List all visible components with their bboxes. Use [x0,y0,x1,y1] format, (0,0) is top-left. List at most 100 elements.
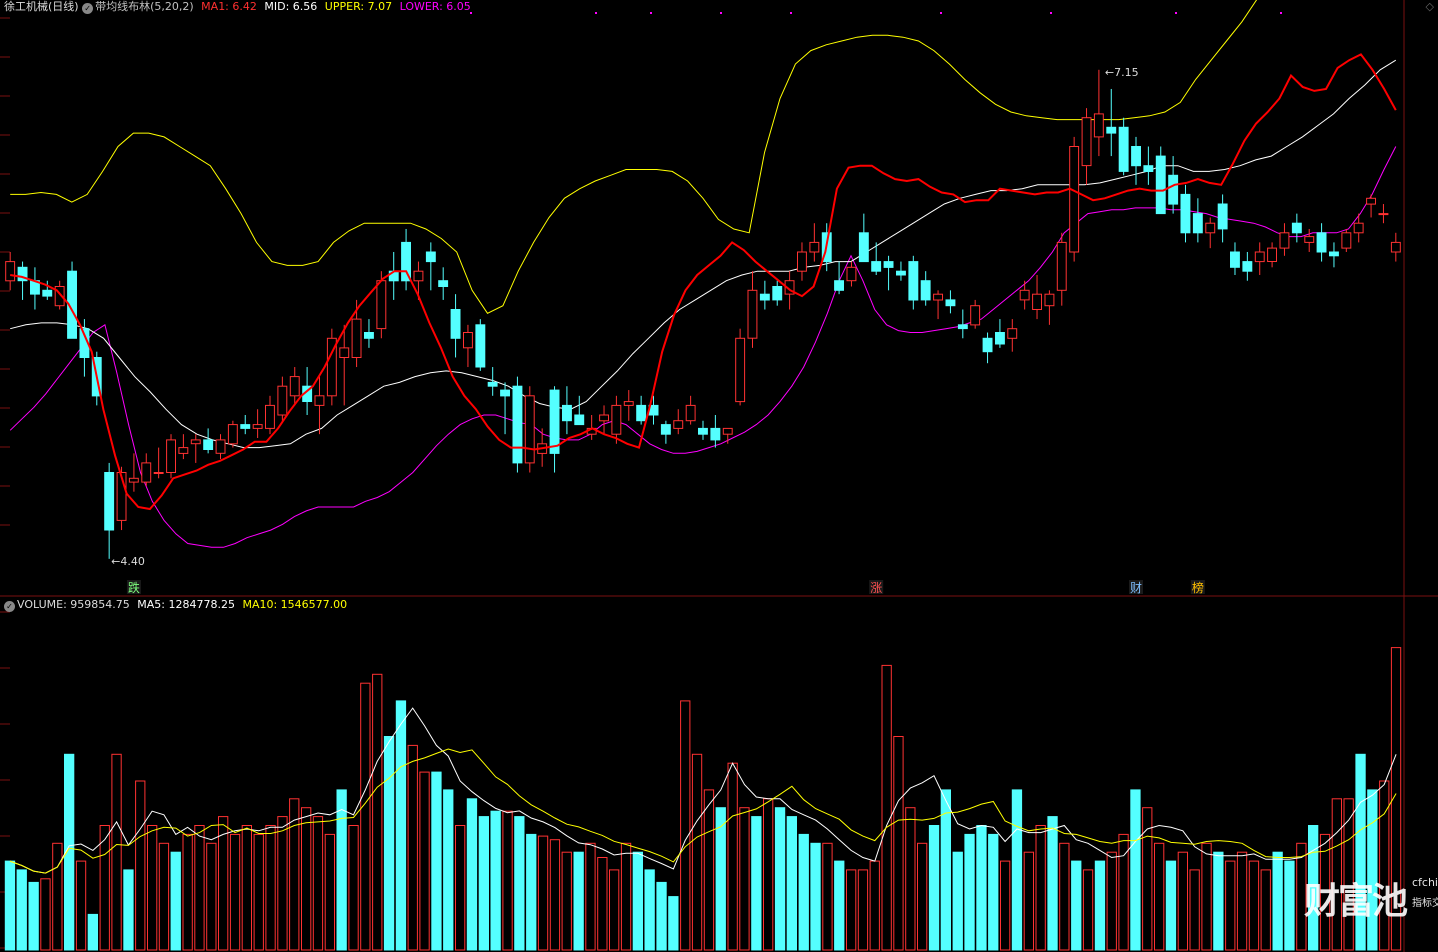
volume-bar [549,839,561,951]
indicator-name[interactable]: 带均线布林(5,20,2) [95,0,194,13]
volume-bar [893,736,904,951]
volume-bar [407,744,418,951]
volume-bar [1284,860,1295,951]
volume-bar [40,878,51,951]
diamond-icon[interactable]: ◇ [1426,0,1434,13]
volume-bar [1059,842,1070,951]
volume-bar [656,881,667,951]
volume-bar [561,851,572,951]
volume-bar [170,851,181,951]
volume-bar [1165,860,1177,951]
candle-body [1316,232,1327,253]
volume-bar [964,833,975,951]
candle-body [1143,165,1154,172]
volume-bar [917,842,928,951]
candle-body [500,389,511,397]
signal-dot [650,12,652,14]
volume-bar [28,881,39,951]
volume-bar [1154,842,1165,951]
candle-body [957,324,968,330]
volume-bar [75,860,87,951]
volume-bar [514,816,525,951]
candle-body [871,261,882,272]
volume-bar [1023,851,1034,951]
candle-body [834,280,844,291]
indicator-settings-icon[interactable]: ✓ [82,3,94,14]
volume-bar [680,700,691,951]
volume-bar [1201,842,1212,951]
candle-body [747,289,758,339]
candle-body [574,414,585,426]
volume-bar [348,825,359,951]
volume-bar [786,816,798,951]
upper-band-line [10,0,1258,314]
candle-body [1279,232,1290,249]
candle-body [42,289,53,297]
candle-body [549,389,560,454]
candle-body [599,414,609,422]
watermark-brand: 财富池 [1303,881,1408,922]
volume-bar [395,700,407,951]
volume-bar [620,842,632,951]
candle-body [759,293,770,301]
vol-ma10-value: MA10: 1546577.00 [242,598,348,611]
event-marker[interactable]: 涨 [870,580,882,595]
volume-bar [846,869,857,951]
mid-band-line [10,59,1397,449]
candle-body [203,439,214,450]
candle-body [883,261,894,268]
candle-body [1155,155,1166,215]
candle-body [722,427,733,435]
event-marker[interactable]: 榜 [1192,580,1204,595]
candle-body [1069,146,1080,253]
candle-body [982,337,993,353]
candle-body [1242,261,1253,272]
candle-body [339,347,350,358]
event-marker[interactable]: 跌 [128,580,140,595]
candle-body [401,241,412,282]
volume-bar [194,825,205,951]
volume-bar [490,810,501,951]
volume-bar [123,869,134,951]
vol-ma5-value: MA5: 1284778.25 [137,598,235,611]
candle-body [376,280,387,330]
volume-bar [798,833,809,951]
candle-body [735,337,746,403]
candle-body [463,332,473,349]
volume-bar [857,869,869,951]
candle-body [1205,222,1216,234]
candle-body [710,427,721,441]
candle-body [1267,247,1277,263]
candle-body [1106,126,1117,134]
candle-body [772,286,783,301]
signal-dot [1175,12,1177,14]
volume-settings-icon[interactable]: ✓ [4,601,15,612]
candle-body [351,318,362,359]
volume-bar [703,789,715,951]
candle-body [1044,293,1055,307]
event-marker[interactable]: 财 [1130,581,1142,595]
volume-bar [751,816,762,951]
volume-bar [466,798,478,951]
volume-ma5-line [9,707,1397,874]
volume-bar [1248,860,1260,951]
volume-bar [668,896,679,951]
chart-canvas: ←7.15←4.40跌涨财榜$ [0,0,1438,952]
candle-body [1304,236,1315,243]
candle-body [660,424,671,435]
candle-body [128,477,139,483]
signal-dot [595,12,597,14]
watermark: 财富池 cfchi.com 指标交易平台 [1303,872,1438,924]
volume-bar [1106,851,1117,951]
volume-bar [1082,869,1094,951]
signal-dot [790,12,792,14]
volume-bar [1213,851,1224,951]
lower-value: LOWER: 6.05 [399,0,471,13]
candle-body [1168,174,1179,205]
volume-bar [443,789,454,951]
volume-bar [419,771,430,951]
volume-bar [1094,860,1106,951]
candle-body [265,404,275,429]
volume-bar [277,816,288,951]
volume-bar [502,810,513,951]
